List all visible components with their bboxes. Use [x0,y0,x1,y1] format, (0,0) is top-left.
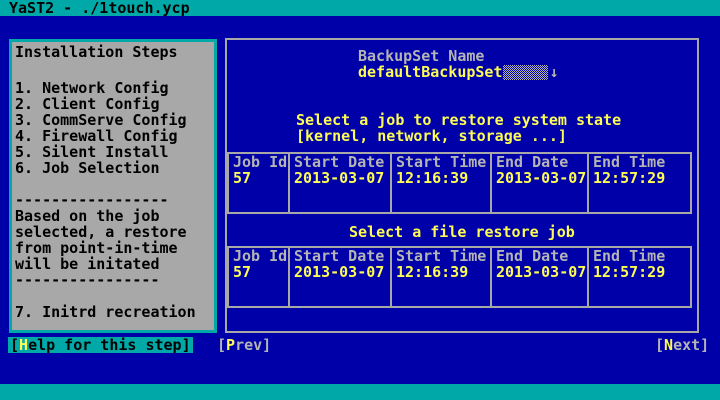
sidebar-divider-top: ----------------- [15,192,169,208]
column-header: Start Date [294,248,390,264]
column-header: Job Id [233,248,288,264]
table-cell[interactable]: 57 [233,264,288,280]
column-header: Job Id [233,154,288,170]
button-text: [ [655,336,664,354]
column-header: Start Date [294,154,390,170]
installation-steps-panel: Installation Steps 1. Network Config 2. … [9,39,217,333]
system-restore-job-table: Job Id 57 Start Date 2013-03-07 Start Ti… [227,152,692,214]
column-end-time: End Time 12:57:29 [587,248,690,306]
table-cell[interactable]: 12:16:39 [396,264,490,280]
sidebar-item-client-config: 2. Client Config [15,96,160,112]
table-cell[interactable]: 57 [233,170,288,186]
table-cell[interactable]: 2013-03-07 [496,264,587,280]
sidebar-item-firewall-config: 4. Firewall Config [15,128,178,144]
column-job-id: Job Id 57 [229,154,288,212]
sidebar-title: Installation Steps [15,44,178,60]
system-restore-heading-line2: [kernel, network, storage ...] [296,128,567,144]
prev-button[interactable]: [Prev] [217,337,271,353]
table-cell[interactable]: 12:57:29 [593,170,690,186]
help-button[interactable]: [Help for this step] [8,337,193,353]
sidebar-note-line: selected, a restore [15,224,187,240]
column-header: End Time [593,248,690,264]
backupset-value[interactable]: defaultBackupSet [358,64,503,80]
table-cell[interactable]: 2013-03-07 [496,170,587,186]
button-hotkey: H [19,336,28,354]
column-header: Start Time [396,248,490,264]
sidebar-item-job-selection-current: 6. Job Selection [15,160,160,176]
window-titlebar: YaST2 - ./1touch.ycp [0,0,720,16]
sidebar-note-line: will be initated [15,256,160,272]
column-job-id: Job Id 57 [229,248,288,306]
button-text: ext] [673,336,709,354]
sidebar-item-silent-install: 5. Silent Install [15,144,169,160]
sidebar-note-line: from point-in-time [15,240,178,256]
sidebar-divider-bottom: ---------------- [15,272,160,288]
job-selection-panel: BackupSet Name defaultBackupSet ↓ Select… [225,38,699,333]
column-start-date: Start Date 2013-03-07 [288,248,390,306]
system-restore-heading-line1: Select a job to restore system state [296,112,621,128]
table-cell[interactable]: 2013-03-07 [294,170,390,186]
button-text: elp for this step] [28,336,191,354]
bottom-status-bar [0,384,720,400]
column-end-time: End Time 12:57:29 [587,154,690,212]
dropdown-arrow-icon[interactable]: ↓ [550,64,559,80]
window-title: YaST2 - ./1touch.ycp [9,0,190,16]
button-text: [ [217,336,226,354]
button-hotkey: N [664,336,673,354]
backupset-name-label: BackupSet Name [358,48,484,64]
column-start-time: Start Time 12:16:39 [390,248,490,306]
sidebar-note-line: Based on the job [15,208,160,224]
sidebar-item-commserve-config: 3. CommServe Config [15,112,187,128]
table-cell[interactable]: 2013-03-07 [294,264,390,280]
sidebar-item-network-config: 1. Network Config [15,80,169,96]
column-header: Start Time [396,154,490,170]
column-header: End Date [496,248,587,264]
column-start-date: Start Date 2013-03-07 [288,154,390,212]
button-text: rev] [235,336,271,354]
button-hotkey: P [226,336,235,354]
backupset-combobox[interactable]: defaultBackupSet ↓ [358,64,559,80]
column-end-date: End Date 2013-03-07 [490,154,587,212]
column-start-time: Start Time 12:16:39 [390,154,490,212]
combobox-fill[interactable] [503,65,548,80]
next-button[interactable]: [Next] [655,337,709,353]
column-header: End Time [593,154,690,170]
column-end-date: End Date 2013-03-07 [490,248,587,306]
file-restore-job-table: Job Id 57 Start Date 2013-03-07 Start Ti… [227,246,692,308]
column-header: End Date [496,154,587,170]
table-cell[interactable]: 12:16:39 [396,170,490,186]
table-cell[interactable]: 12:57:29 [593,264,690,280]
sidebar-item-initrd-recreation: 7. Initrd recreation [15,304,196,320]
file-restore-heading: Select a file restore job [349,224,575,240]
button-text: [ [10,336,19,354]
